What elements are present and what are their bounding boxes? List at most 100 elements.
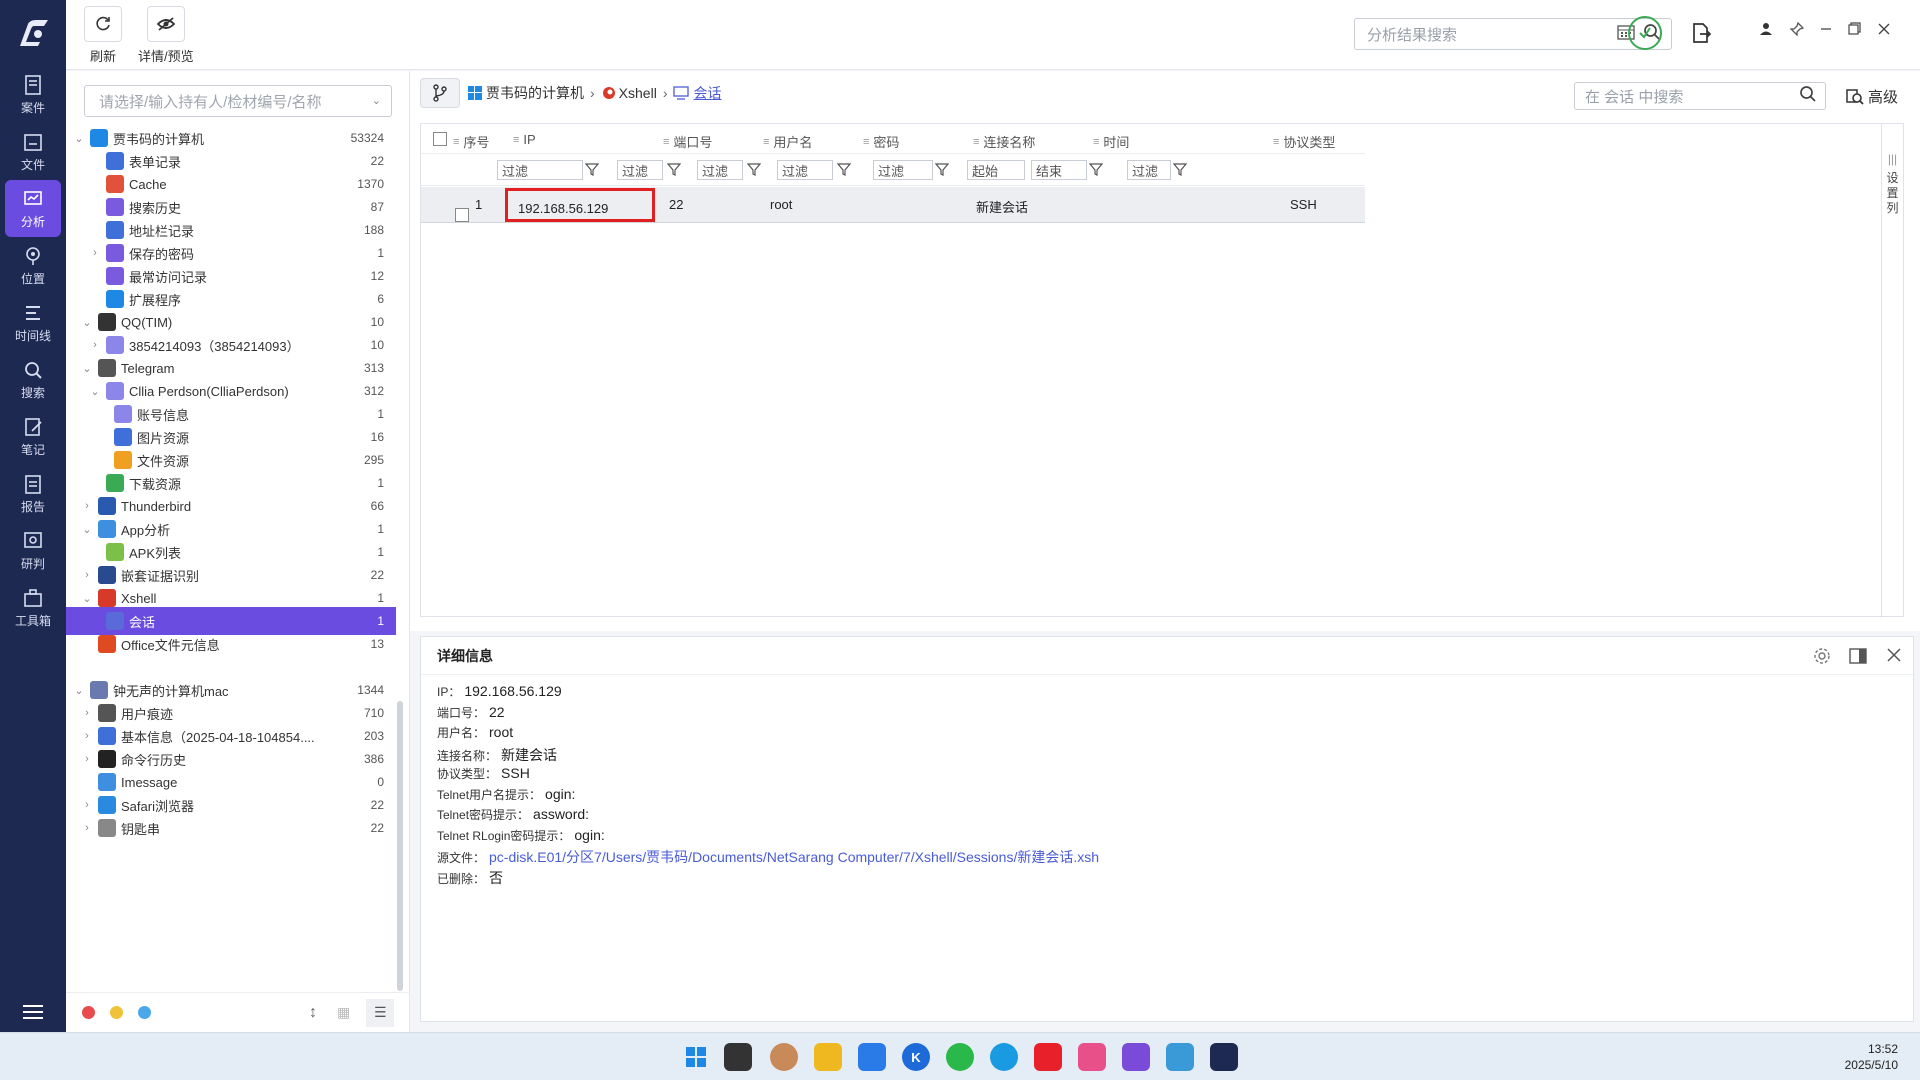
col-header-port[interactable]: ≡ 端口号 (663, 132, 712, 151)
file-explorer-icon[interactable] (814, 1043, 842, 1071)
tree-item[interactable]: › 钥匙串 22 (66, 814, 396, 842)
time-start-filter-input[interactable]: 起始 (967, 160, 1025, 180)
nav-item-judge[interactable]: 研判 (0, 522, 66, 579)
col-header-time[interactable]: ≡ 时间 (1093, 132, 1129, 151)
menu-icon[interactable] (0, 1004, 66, 1020)
filter-funnel-icon[interactable] (746, 162, 762, 176)
user-filter-input[interactable]: 过滤 (697, 160, 743, 180)
search-icon[interactable] (1799, 85, 1817, 107)
nav-item-report[interactable]: 报告 (0, 465, 66, 522)
ip-filter-input[interactable]: 过滤 (497, 160, 583, 180)
chevron-down-icon[interactable]: ⌄ (80, 362, 94, 375)
chevron-right-icon[interactable]: › (80, 500, 94, 512)
collapse-all-icon[interactable]: ↕ (309, 1004, 317, 1022)
port-filter-input[interactable]: 过滤 (617, 160, 663, 180)
time-end-filter-input[interactable]: 结束 (1031, 160, 1087, 180)
chevron-right-icon[interactable]: › (80, 707, 94, 719)
wechat-icon[interactable] (946, 1043, 974, 1071)
col-header-ip[interactable]: ≡ IP (513, 132, 536, 147)
grid-view-icon[interactable]: ▦ (337, 1004, 350, 1021)
k-app-icon[interactable]: K (902, 1043, 930, 1071)
split-view-icon[interactable] (1849, 647, 1867, 668)
nav-item-timeline[interactable]: 时间线 (0, 294, 66, 351)
password-filter-input[interactable]: 过滤 (777, 160, 833, 180)
table-search-input[interactable]: 在 会话 中搜索 (1574, 82, 1826, 110)
avatar-app-icon[interactable] (770, 1043, 798, 1071)
chevron-down-icon[interactable]: ⌄ (80, 523, 94, 536)
blue-dot-icon[interactable] (138, 1006, 151, 1019)
protocol-filter-input[interactable]: 过滤 (1127, 160, 1171, 180)
nav-item-search[interactable]: 搜索 (0, 351, 66, 408)
global-search-input[interactable]: 分析结果搜索 (1354, 18, 1672, 50)
col-header-name[interactable]: ≡ 连接名称 (973, 132, 1035, 151)
table-row[interactable]: 1 192.168.56.129 22 root 新建会话 SSH (421, 187, 1365, 223)
branch-button[interactable] (420, 78, 460, 108)
edge-icon[interactable] (990, 1043, 1018, 1071)
filter-funnel-icon[interactable] (1172, 162, 1188, 176)
filter-funnel-icon[interactable] (1088, 162, 1104, 176)
chevron-down-icon[interactable]: ⌄ (72, 684, 86, 697)
nav-item-case[interactable]: 案件 (0, 66, 66, 123)
advanced-search-button[interactable]: 高级 (1846, 86, 1898, 107)
filter-funnel-icon[interactable] (666, 162, 682, 176)
purple-app-icon[interactable] (1122, 1043, 1150, 1071)
breadcrumb-xshell[interactable]: Xshell (601, 85, 657, 101)
owner-select[interactable]: 请选择/输入持有人/检材编号/名称 ⌄ (84, 85, 392, 117)
nav-item-toolbox[interactable]: 工具箱 (0, 579, 66, 636)
cloud-app-icon[interactable] (858, 1043, 886, 1071)
forensics-app-icon[interactable] (1210, 1043, 1238, 1071)
col-header-user[interactable]: ≡ 用户名 (763, 132, 812, 151)
chevron-right-icon[interactable]: › (88, 247, 102, 259)
gear-icon[interactable] (1813, 647, 1831, 668)
breadcrumb-session[interactable]: 会话 (673, 83, 721, 103)
name-filter-input[interactable]: 过滤 (873, 160, 933, 180)
chevron-down-icon[interactable]: ⌄ (72, 132, 86, 145)
refresh-button[interactable]: 刷新 (84, 6, 122, 65)
chevron-right-icon[interactable]: › (88, 339, 102, 351)
row-user: root (770, 197, 793, 212)
nav-item-location[interactable]: 位置 (0, 237, 66, 294)
settings-column-button[interactable]: ||| 设 置 列 (1881, 124, 1903, 618)
chevron-right-icon[interactable]: › (80, 822, 94, 834)
chevron-right-icon[interactable]: › (80, 753, 94, 765)
filter-funnel-icon[interactable] (584, 162, 600, 176)
red-dot-icon[interactable] (82, 1006, 95, 1019)
tree-item[interactable]: Office文件元信息 13 (66, 630, 396, 658)
chevron-down-icon[interactable]: ⌄ (88, 385, 102, 398)
chevron-down-icon[interactable]: ⌄ (80, 592, 94, 605)
chevron-right-icon[interactable]: › (80, 730, 94, 742)
start-icon[interactable] (682, 1043, 710, 1071)
restore-icon[interactable] (1848, 22, 1861, 39)
export-icon[interactable] (1690, 22, 1712, 47)
detail-preview-button[interactable]: 详情/预览 (138, 6, 194, 65)
select-all-checkbox[interactable] (433, 132, 447, 146)
breadcrumb-computer[interactable]: 贾韦码的计算机 (468, 83, 584, 103)
yellow-dot-icon[interactable] (110, 1006, 123, 1019)
detail-field[interactable]: 源文件： pc-disk.E01/分区7/Users/贾韦码/Documents/… (437, 847, 1099, 867)
minimize-icon[interactable] (1820, 22, 1832, 39)
pin-icon[interactable] (1789, 21, 1805, 40)
shield-check-icon[interactable] (1628, 16, 1662, 50)
col-header-password[interactable]: ≡ 密码 (863, 132, 899, 151)
chevron-right-icon[interactable]: › (80, 569, 94, 581)
col-header-index[interactable]: ≡ 序号 (453, 132, 489, 151)
filter-funnel-icon[interactable] (836, 162, 852, 176)
tree-scrollbar[interactable] (397, 701, 403, 991)
close-window-icon[interactable] (1878, 22, 1890, 39)
user-icon[interactable] (1760, 22, 1772, 40)
detail-field-value[interactable]: pc-disk.E01/分区7/Users/贾韦码/Documents/NetS… (489, 847, 1099, 867)
chevron-right-icon[interactable]: › (80, 799, 94, 811)
nav-item-note[interactable]: 笔记 (0, 408, 66, 465)
close-icon[interactable] (1887, 648, 1901, 665)
col-header-protocol[interactable]: ≡ 协议类型 (1273, 132, 1335, 151)
row-ip-cell[interactable]: 192.168.56.129 (505, 188, 655, 222)
nav-item-analysis[interactable]: 分析 (5, 180, 61, 237)
task-view-icon[interactable] (724, 1043, 752, 1071)
pink-app-icon[interactable] (1078, 1043, 1106, 1071)
red-app-icon[interactable] (1034, 1043, 1062, 1071)
nav-item-folder[interactable]: 文件 (0, 123, 66, 180)
filter-funnel-icon[interactable] (934, 162, 950, 176)
list-view-icon[interactable]: ☰ (366, 998, 395, 1027)
chevron-down-icon[interactable]: ⌄ (80, 316, 94, 329)
remote-desktop-icon[interactable] (1166, 1043, 1194, 1071)
